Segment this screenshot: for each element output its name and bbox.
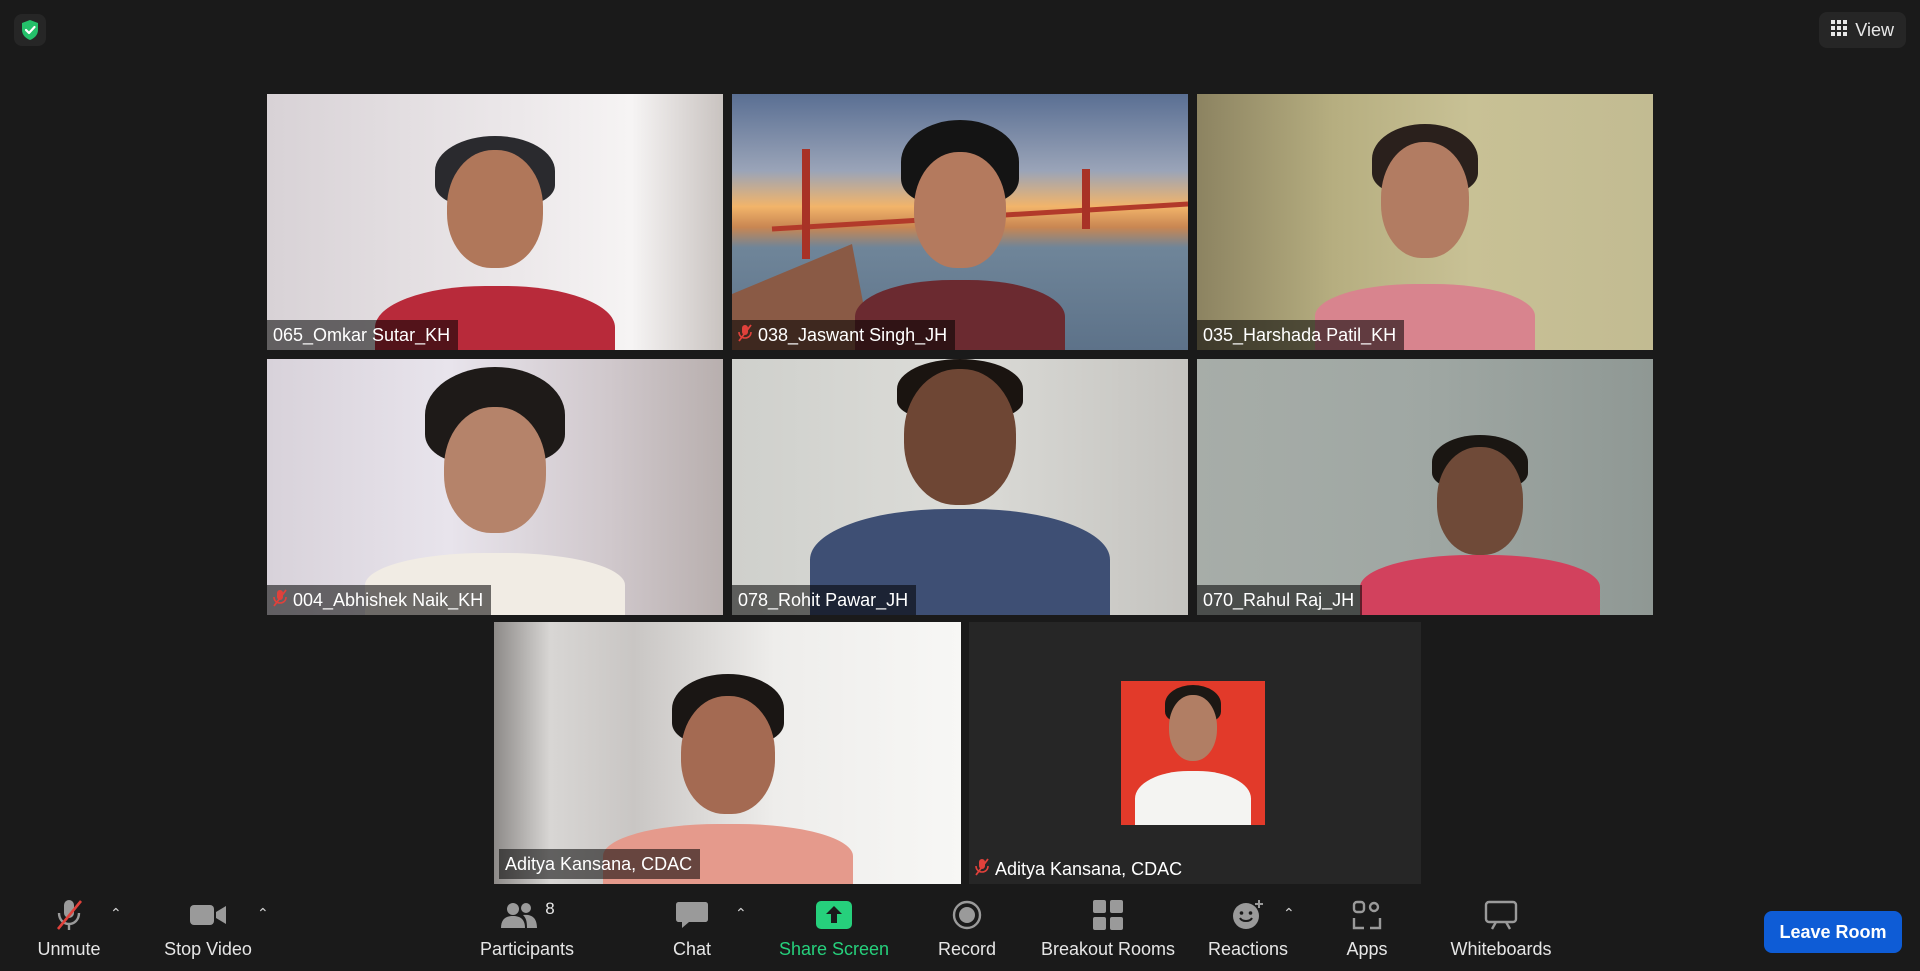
video-tile-omkar[interactable]: 065_Omkar Sutar_KH — [267, 94, 723, 350]
avatar — [1121, 681, 1265, 825]
participant-name-tag: 078_Rohit Pawar_JH — [732, 585, 917, 615]
video-tile-harshada[interactable]: 035_Harshada Patil_KH — [1197, 94, 1653, 350]
audio-options-caret[interactable]: ⌃ — [110, 905, 122, 922]
meeting-toolbar: Unmute ⌃ Stop Video ⌃ 8 Participants Cha… — [0, 885, 1920, 971]
participants-label: Participants — [479, 939, 575, 959]
participant-name: Aditya Kansana, CDAC — [505, 853, 693, 874]
breakout-rooms-icon — [1092, 893, 1124, 937]
participant-name-tag: 038_Jaswant Singh_JH — [732, 320, 956, 350]
participant-name-tag: Aditya Kansana, CDAC — [499, 849, 701, 879]
mic-off-icon — [54, 893, 84, 937]
grid-icon — [1831, 19, 1848, 41]
participant-name-tag: 004_Abhishek Naik_KH — [267, 585, 492, 615]
participant-figure — [365, 367, 625, 615]
view-label: View — [1855, 19, 1894, 40]
participant-name-tag: 070_Rahul Raj_JH — [1197, 585, 1363, 615]
video-feed — [494, 622, 961, 884]
chat-button[interactable]: Chat — [666, 893, 718, 967]
whiteboards-label: Whiteboards — [1450, 939, 1552, 959]
video-feed — [267, 94, 723, 350]
video-feed — [1197, 94, 1653, 350]
mic-off-icon — [738, 323, 752, 347]
video-feed — [1197, 359, 1653, 615]
participant-name: 038_Jaswant Singh_JH — [758, 324, 948, 345]
participant-figure — [1359, 435, 1600, 615]
apps-icon — [1352, 893, 1382, 937]
smiley-plus-icon — [1231, 893, 1265, 937]
record-icon — [952, 893, 982, 937]
participant-name: 070_Rahul Raj_JH — [1203, 589, 1355, 610]
mic-off-icon — [975, 857, 989, 881]
chat-label: Chat — [672, 939, 712, 959]
participant-name: 065_Omkar Sutar_KH — [273, 324, 451, 345]
share-screen-label: Share Screen — [778, 939, 890, 959]
breakout-rooms-button[interactable]: Breakout Rooms — [1036, 893, 1180, 967]
apps-button[interactable]: Apps — [1340, 893, 1394, 967]
chat-icon — [675, 893, 709, 937]
share-screen-icon — [816, 893, 852, 937]
record-button[interactable]: Record — [932, 893, 1002, 967]
whiteboards-button[interactable]: Whiteboards — [1446, 893, 1556, 967]
participant-name: 078_Rohit Pawar_JH — [738, 589, 909, 610]
video-feed — [732, 94, 1188, 350]
video-tile-rahul[interactable]: 070_Rahul Raj_JH — [1197, 359, 1653, 615]
shield-check-icon[interactable] — [14, 14, 46, 46]
participant-figure — [1315, 124, 1535, 350]
mic-off-icon — [273, 588, 287, 612]
video-feed — [267, 359, 723, 615]
participant-name: 004_Abhishek Naik_KH — [293, 589, 484, 610]
participants-button[interactable]: 8 Participants — [473, 893, 581, 967]
chat-options-caret[interactable]: ⌃ — [735, 905, 747, 922]
participants-count: 8 — [545, 899, 555, 918]
participant-figure — [855, 120, 1065, 350]
video-feed — [732, 359, 1188, 615]
reactions-options-caret[interactable]: ⌃ — [1283, 905, 1295, 922]
share-screen-button[interactable]: Share Screen — [776, 893, 892, 967]
video-options-caret[interactable]: ⌃ — [257, 905, 269, 922]
participant-figure — [375, 136, 615, 350]
whiteboard-icon — [1484, 893, 1518, 937]
reactions-label: Reactions — [1207, 939, 1289, 959]
participant-name: Aditya Kansana, CDAC — [995, 858, 1183, 879]
video-tile-aditya-active[interactable]: Aditya Kansana, CDAC — [494, 622, 961, 884]
unmute-label: Unmute — [37, 939, 101, 959]
leave-room-button[interactable]: Leave Room — [1764, 911, 1902, 953]
video-tile-aditya-avatar[interactable]: Aditya Kansana, CDAC — [969, 622, 1421, 884]
video-tile-rohit[interactable]: 078_Rohit Pawar_JH — [732, 359, 1188, 615]
view-button[interactable]: View — [1819, 12, 1906, 48]
participant-name-tag: 065_Omkar Sutar_KH — [267, 320, 459, 350]
stop-video-label: Stop Video — [164, 939, 252, 959]
participant-name: 035_Harshada Patil_KH — [1203, 324, 1397, 345]
meeting-window: View 065_Omkar Sutar_KH 038_Jaswant Sing… — [0, 0, 1920, 971]
participants-icon-group: 8 — [499, 893, 555, 937]
apps-label: Apps — [1346, 939, 1388, 959]
reactions-button[interactable]: Reactions — [1204, 893, 1292, 967]
stop-video-button[interactable]: Stop Video — [152, 893, 264, 967]
participants-icon — [501, 903, 538, 928]
video-tile-jaswant[interactable]: 038_Jaswant Singh_JH — [732, 94, 1188, 350]
unmute-button[interactable]: Unmute — [22, 893, 116, 967]
breakout-rooms-label: Breakout Rooms — [1040, 939, 1176, 959]
video-tile-abhishek[interactable]: 004_Abhishek Naik_KH — [267, 359, 723, 615]
record-label: Record — [937, 939, 997, 959]
participant-name-tag: Aditya Kansana, CDAC — [969, 854, 1190, 884]
participant-name-tag: 035_Harshada Patil_KH — [1197, 320, 1405, 350]
participant-figure — [810, 359, 1110, 615]
video-camera-icon — [189, 893, 227, 937]
